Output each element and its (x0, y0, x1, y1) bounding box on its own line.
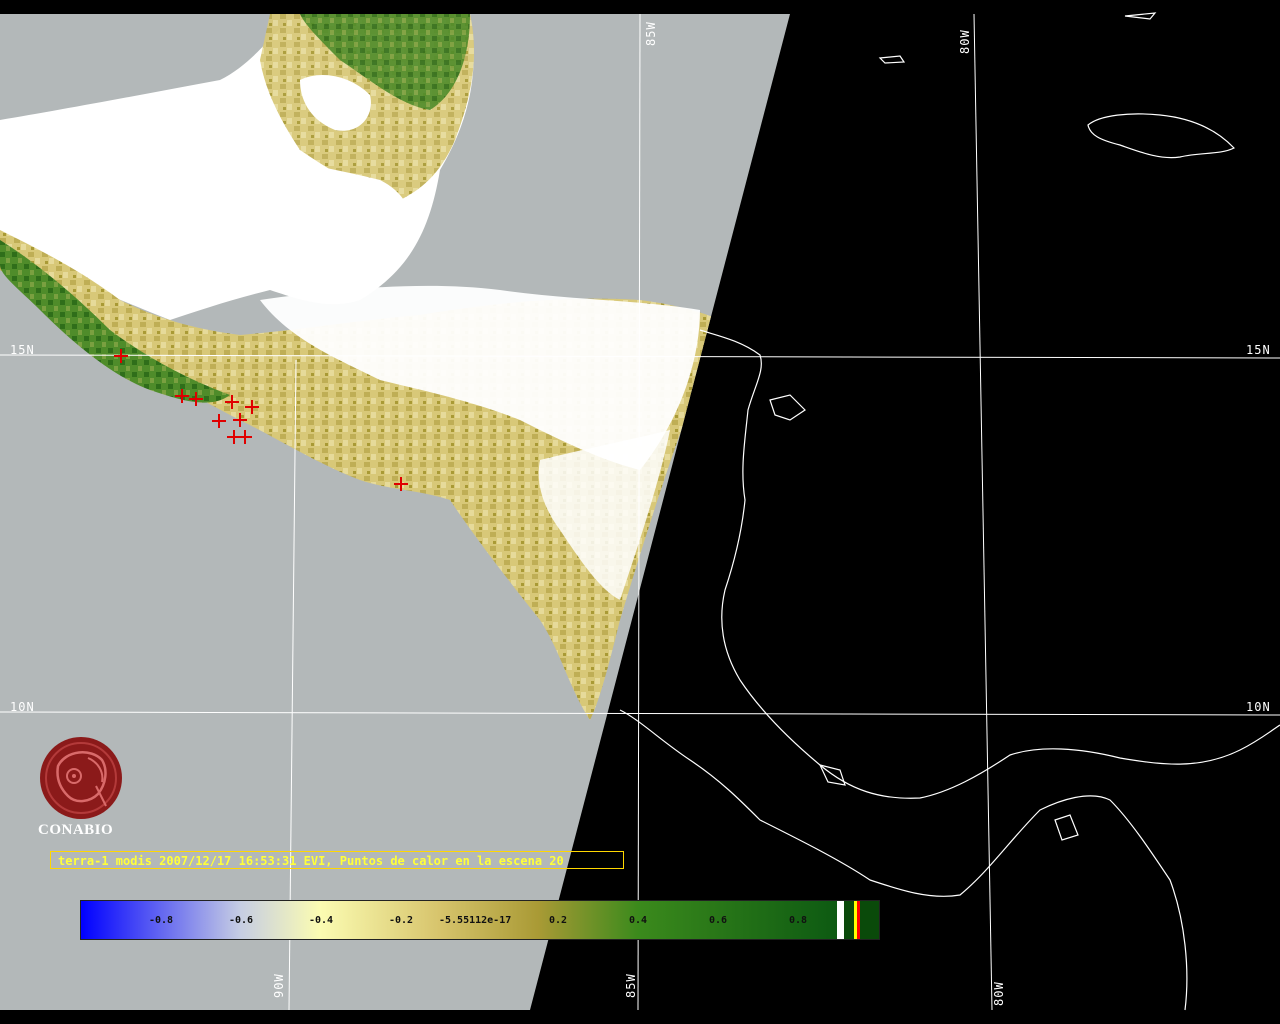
colorbar-dark-stripe (860, 901, 879, 939)
lat-label-10n-left: 10N (10, 700, 35, 714)
caribbean-coast-honduras-nicaragua (699, 329, 1280, 799)
colorbar-green-stripe (844, 901, 854, 939)
pacific-coast-costa-rica-panama (619, 709, 1188, 1011)
lon-label-85w-top: 85W (644, 21, 658, 46)
colorbar-tick-label: 0.4 (629, 915, 648, 926)
jamaica-outline (1087, 113, 1235, 159)
conabio-emblem-icon (40, 737, 122, 819)
islet-3 (769, 394, 806, 421)
lon-label-85w-bottom: 85W (624, 973, 638, 998)
scene-caption: terra-1 modis 2007/12/17 16:53:31 EVI, P… (50, 851, 624, 869)
lat-label-15n-right: 15N (1246, 343, 1271, 357)
islet-4 (1054, 814, 1079, 841)
colorbar-tick-label: -0.6 (229, 915, 254, 926)
colorbar-tick-label: -0.2 (389, 915, 414, 926)
colorbar-tick-label: -5.55112e-17 (439, 915, 512, 926)
colorbar-tick-label: -0.4 (309, 915, 334, 926)
lat-label-10n-right: 10N (1246, 700, 1271, 714)
lon-label-80w-bottom: 80W (992, 981, 1006, 1006)
lon-label-80w-top: 80W (958, 29, 972, 54)
colorbar-white-stripe (837, 901, 844, 939)
satellite-map: 15N 15N 10N 10N 85W 80W 90W 85W 80W CONA… (0, 0, 1280, 1024)
islet-2 (1124, 12, 1157, 20)
conabio-logo-text: CONABIO (38, 822, 114, 838)
islet-1 (878, 55, 906, 64)
colorbar-tick-label: 0.8 (789, 915, 808, 926)
evi-colorbar: -0.8 -0.6 -0.4 -0.2 -5.55112e-17 0.2 0.4 0.6 0.8 (80, 900, 880, 940)
colorbar-tick-label: -0.8 (149, 915, 174, 926)
colorbar-tick-label: 0.2 (549, 915, 568, 926)
colorbar-tick-label: 0.6 (709, 915, 728, 926)
lat-label-15n-left: 15N (10, 343, 35, 357)
map-canvas (0, 12, 1280, 1011)
lon-label-90w-bottom: 90W (272, 973, 286, 998)
